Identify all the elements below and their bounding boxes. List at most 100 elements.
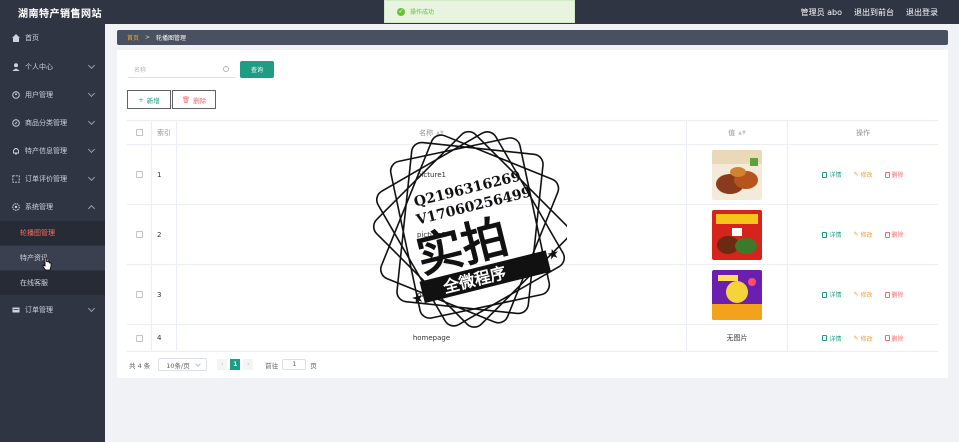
bell-icon — [12, 147, 20, 155]
header-ops: 操作 — [856, 128, 870, 137]
total-count: 共 4 条 — [129, 361, 151, 370]
row-checkbox[interactable] — [135, 231, 143, 238]
query-button[interactable]: 查询 — [240, 61, 274, 78]
gear-icon — [12, 203, 20, 211]
row-detail-button[interactable]: 详情 — [822, 170, 841, 179]
edit-label: 修改 — [860, 335, 873, 343]
logout-link[interactable]: 退出登录 — [906, 7, 938, 18]
row-delete-button[interactable]: 删除 — [884, 230, 904, 239]
row-delete-button[interactable]: 删除 — [884, 290, 904, 299]
page-number-current[interactable]: 1 — [230, 359, 241, 370]
detail-label: 详情 — [829, 335, 842, 343]
watermark-stamp: Q2196316269 V17060256499 实拍 全微程序 ★ ★ — [372, 130, 567, 328]
pencil-icon: ✎ — [853, 334, 859, 342]
row-checkbox[interactable] — [135, 291, 143, 298]
admin-user-label[interactable]: 管理员 abo — [801, 7, 842, 18]
sidebar: 首页 个人中心 用户管理 商品分类管理 特产信息管理 订单评价管理 系统管理 轮… — [0, 24, 105, 442]
name-search-input[interactable]: 名称 — [128, 61, 235, 78]
sidebar-item-label: 首页 — [25, 34, 39, 42]
add-button-label: 新增 — [146, 96, 160, 105]
sidebar-item-orders[interactable]: 订单管理 — [0, 299, 105, 321]
sidebar-item-category[interactable]: 商品分类管理 — [0, 112, 105, 134]
sidebar-item-specialty[interactable]: 特产信息管理 — [0, 140, 105, 162]
row-edit-button[interactable]: ✎ 修改 — [853, 334, 872, 343]
row-delete-button[interactable]: 删除 — [884, 170, 904, 179]
chevron-down-icon — [87, 304, 96, 313]
row-index: 1 — [152, 145, 177, 204]
search-icon — [223, 66, 229, 72]
row-detail-button[interactable]: 详情 — [822, 334, 841, 343]
carousel-thumbnail-food[interactable] — [712, 149, 762, 200]
row-index: 3 — [152, 265, 177, 324]
row-edit-button[interactable]: ✎ 修改 — [853, 290, 872, 299]
carousel-thumbnail-banner[interactable] — [712, 209, 762, 260]
sidebar-item-system[interactable]: 系统管理 — [0, 196, 105, 218]
sidebar-subitem-news[interactable]: 特产资讯 — [0, 246, 105, 270]
detail-label: 详情 — [829, 232, 842, 239]
star-icon: ★ — [545, 245, 561, 264]
sidebar-item-review[interactable]: 订单评价管理 — [0, 168, 105, 190]
select-all-checkbox[interactable] — [135, 129, 143, 136]
header-value[interactable]: 值 ▲▼ — [687, 121, 788, 144]
add-button[interactable]: + 新增 — [127, 90, 171, 109]
remove-label: 删除 — [891, 292, 904, 299]
row-detail-button[interactable]: 详情 — [822, 230, 841, 239]
sidebar-item-home[interactable]: 首页 — [0, 27, 105, 49]
batch-delete-button[interactable]: 🗑 删除 — [172, 90, 216, 109]
row-checkbox[interactable] — [135, 334, 143, 342]
toast-message: 操作成功 — [410, 9, 435, 16]
breadcrumb-home[interactable]: 首页 — [127, 33, 139, 42]
chevron-down-icon — [87, 89, 96, 98]
mouse-cursor-icon — [42, 257, 52, 271]
breadcrumb-separator: > — [145, 34, 151, 41]
site-title: 湖南特产销售网站 — [18, 9, 102, 20]
sidebar-item-profile[interactable]: 个人中心 — [0, 56, 105, 78]
row-index: 2 — [152, 205, 177, 264]
delete-button-label: 删除 — [193, 96, 207, 105]
sidebar-subitem-chat[interactable]: 在线客服 — [0, 271, 105, 295]
breadcrumb-current: 轮播图管理 — [156, 35, 187, 42]
header-index: 索引 — [152, 121, 177, 144]
document-icon — [822, 171, 828, 178]
breadcrumb: 首页 > 轮播图管理 — [117, 30, 948, 45]
sidebar-item-label: 商品分类管理 — [25, 119, 67, 127]
row-edit-button[interactable]: ✎ 修改 — [853, 230, 872, 239]
row-value-text: 无图片 — [687, 325, 788, 351]
row-delete-button[interactable]: 删除 — [884, 334, 904, 343]
carousel-thumbnail-promo[interactable] — [712, 269, 762, 320]
prev-page-button[interactable]: ‹ — [217, 359, 228, 370]
edit-label: 修改 — [860, 172, 873, 179]
frame-icon — [12, 175, 20, 183]
trash-icon — [884, 231, 890, 238]
sidebar-item-label: 用户管理 — [25, 91, 53, 99]
sidebar-item-label: 系统管理 — [25, 203, 53, 211]
check-icon: ✓ — [397, 7, 405, 16]
chevron-down-icon — [87, 173, 96, 182]
sort-icon: ▲▼ — [738, 129, 746, 136]
remove-label: 删除 — [891, 172, 904, 179]
page-size-select[interactable]: 10条/页 — [158, 358, 208, 371]
chevron-down-icon — [87, 117, 96, 126]
compass-icon — [12, 119, 20, 127]
trash-icon — [884, 335, 890, 341]
sidebar-item-label: 个人中心 — [25, 63, 53, 71]
sidebar-item-label: 特产信息管理 — [25, 147, 67, 155]
detail-label: 详情 — [829, 172, 842, 179]
document-icon — [822, 335, 828, 341]
chevron-down-icon — [87, 61, 96, 70]
pagination: 共 4 条 10条/页 ‹ 1 › 前往 1 页 — [129, 358, 317, 371]
goto-page-input[interactable]: 1 — [282, 359, 307, 370]
row-detail-button[interactable]: 详情 — [822, 290, 841, 299]
row-edit-button[interactable]: ✎ 修改 — [853, 170, 872, 179]
pencil-icon: ✎ — [853, 171, 859, 178]
sidebar-item-label: 订单评价管理 — [25, 175, 67, 183]
exit-to-front-link[interactable]: 退出到前台 — [854, 7, 894, 18]
sidebar-item-users[interactable]: 用户管理 — [0, 84, 105, 106]
row-checkbox[interactable] — [135, 171, 143, 178]
edit-label: 修改 — [860, 292, 873, 299]
users-circle-icon — [12, 91, 20, 99]
trash-icon — [884, 171, 890, 178]
sidebar-subitem-carousel[interactable]: 轮播图管理 — [0, 221, 105, 245]
next-page-button[interactable]: › — [243, 359, 254, 370]
edit-label: 修改 — [860, 232, 873, 239]
